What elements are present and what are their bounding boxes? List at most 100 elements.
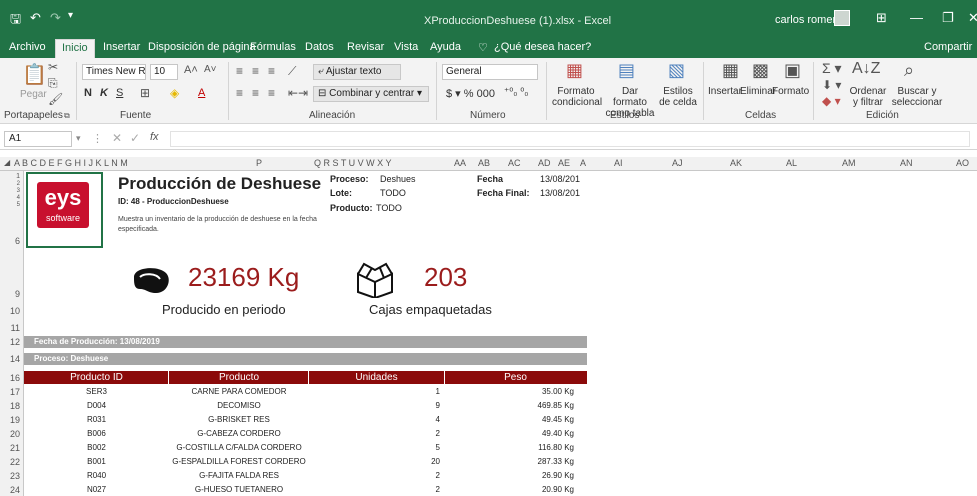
column-header-p[interactable]: P: [256, 158, 262, 168]
row-header[interactable]: 19: [0, 415, 24, 425]
save-icon[interactable]: 🖫: [10, 10, 21, 32]
avatar[interactable]: [834, 10, 850, 26]
paste-label[interactable]: Pegar: [20, 89, 47, 100]
column-headers-mid[interactable]: Q R S T U V W X Y: [314, 158, 392, 168]
row-header[interactable]: 17: [0, 387, 24, 397]
font-color-icon[interactable]: A: [198, 87, 205, 99]
format-table-icon[interactable]: ▤: [618, 60, 635, 81]
customize-quick-access-icon[interactable]: ▾: [68, 10, 73, 21]
font-name-select[interactable]: Times New Roma: [82, 64, 146, 80]
column-header[interactable]: AN: [900, 158, 913, 168]
fill-color-icon[interactable]: ◈: [170, 86, 179, 100]
format-painter-icon[interactable]: 🖌: [48, 92, 63, 106]
tab-disposicion[interactable]: Disposición de página: [148, 41, 256, 53]
tab-datos[interactable]: Datos: [305, 41, 334, 53]
more-options-icon[interactable]: ⋮: [92, 132, 103, 145]
currency-icon[interactable]: $ ▾ % 000: [446, 87, 495, 100]
merge-center-button[interactable]: ⊟ Combinar y centrar ▾: [313, 86, 429, 102]
find-select-button[interactable]: Buscar y seleccionar: [890, 86, 944, 108]
cell-styles-icon[interactable]: ▧: [668, 60, 685, 81]
column-header[interactable]: AK: [730, 158, 742, 168]
column-header[interactable]: AB: [478, 158, 490, 168]
font-size-select[interactable]: 10: [150, 64, 178, 80]
close-icon[interactable]: ✕: [968, 10, 977, 26]
row-header[interactable]: 16: [0, 373, 24, 383]
borders-icon[interactable]: ⊞: [140, 86, 150, 100]
column-header[interactable]: A: [580, 158, 586, 168]
cut-icon[interactable]: ✂: [48, 60, 58, 74]
minimize-icon[interactable]: —: [910, 10, 923, 25]
row-header[interactable]: 9: [0, 289, 24, 299]
decrease-font-icon[interactable]: A˅: [204, 64, 217, 75]
autosum-icon[interactable]: Σ ▾: [822, 60, 842, 77]
sort-filter-button[interactable]: Ordenar y filtrar: [846, 86, 890, 108]
column-headers-left[interactable]: A B C D E F G H I J K L N M: [14, 158, 128, 168]
user-name[interactable]: carlos romero: [775, 14, 842, 26]
row-header[interactable]: 11: [0, 323, 24, 333]
find-icon[interactable]: ⌕: [904, 60, 914, 81]
delete-cells-icon[interactable]: ▩: [752, 60, 769, 81]
row-header[interactable]: 4: [0, 195, 24, 201]
row-header[interactable]: 5: [0, 202, 24, 208]
row-header[interactable]: 10: [0, 306, 24, 316]
tab-insertar[interactable]: Insertar: [103, 41, 140, 53]
sort-filter-icon[interactable]: A↓Z: [852, 60, 880, 78]
undo-icon[interactable]: ↶: [30, 10, 41, 26]
delete-button[interactable]: Eliminar: [740, 86, 776, 97]
number-format-select[interactable]: General: [442, 64, 538, 80]
tab-inicio[interactable]: Inicio: [55, 39, 95, 58]
align-right-icon[interactable]: ≡: [268, 86, 275, 100]
align-middle-icon[interactable]: ≡: [252, 64, 259, 78]
share-button[interactable]: Compartir: [924, 41, 972, 53]
formula-input[interactable]: [170, 131, 970, 147]
fill-icon[interactable]: ⬇ ▾: [822, 78, 841, 92]
column-header[interactable]: AC: [508, 158, 521, 168]
paste-icon[interactable]: 📋: [22, 62, 47, 87]
column-header[interactable]: AM: [842, 158, 856, 168]
align-center-icon[interactable]: ≡: [252, 86, 259, 100]
insert-cells-icon[interactable]: ▦: [722, 60, 739, 81]
conditional-format-button[interactable]: Formato condicional: [552, 86, 602, 108]
row-header[interactable]: 23: [0, 471, 24, 481]
insert-button[interactable]: Insertar: [708, 86, 742, 97]
increase-font-icon[interactable]: A˄: [184, 64, 198, 76]
copy-icon[interactable]: ⎘: [48, 76, 58, 91]
orientation-icon[interactable]: ⟋: [288, 64, 296, 79]
row-header[interactable]: 14: [0, 354, 24, 364]
restore-icon[interactable]: ❐: [942, 10, 954, 26]
align-top-icon[interactable]: ≡: [236, 64, 243, 78]
row-header[interactable]: 20: [0, 429, 24, 439]
column-header[interactable]: AO: [956, 158, 969, 168]
column-header[interactable]: AD: [538, 158, 551, 168]
tab-ayuda[interactable]: Ayuda: [430, 41, 461, 53]
format-cells-icon[interactable]: ▣: [784, 60, 801, 81]
column-header[interactable]: AL: [786, 158, 797, 168]
row-header[interactable]: 3: [0, 188, 24, 194]
clear-icon[interactable]: ◆ ▾: [822, 94, 841, 108]
clipboard-launcher-icon[interactable]: ⧉: [64, 111, 70, 121]
tab-formulas[interactable]: Fórmulas: [250, 41, 296, 53]
row-header[interactable]: 2: [0, 181, 24, 187]
row-header[interactable]: 12: [0, 337, 24, 347]
enter-icon[interactable]: ✓: [130, 131, 140, 145]
italic-icon[interactable]: K: [100, 87, 108, 99]
cancel-icon[interactable]: ✕: [112, 131, 122, 145]
row-header[interactable]: 22: [0, 457, 24, 467]
row-header[interactable]: 24: [0, 485, 24, 495]
column-header[interactable]: AI: [614, 158, 623, 168]
conditional-format-icon[interactable]: ▦: [566, 60, 583, 81]
column-header[interactable]: AA: [454, 158, 466, 168]
column-header[interactable]: AE: [558, 158, 570, 168]
insert-function-icon[interactable]: fx: [150, 131, 159, 143]
name-box[interactable]: A1: [4, 131, 72, 147]
row-header[interactable]: 21: [0, 443, 24, 453]
select-all-icon[interactable]: ◢: [4, 158, 10, 167]
tell-me-search[interactable]: ¿Qué desea hacer?: [494, 41, 591, 53]
name-box-dropdown-icon[interactable]: ▾: [76, 133, 81, 144]
align-left-icon[interactable]: ≡: [236, 86, 243, 100]
tab-vista[interactable]: Vista: [394, 41, 418, 53]
wrap-text-button[interactable]: ⤶ Ajustar texto: [313, 64, 401, 80]
row-header[interactable]: 18: [0, 401, 24, 411]
decimal-icons[interactable]: ⁺⁰₀ ⁰₀: [504, 87, 528, 98]
underline-icon[interactable]: S: [116, 87, 123, 99]
